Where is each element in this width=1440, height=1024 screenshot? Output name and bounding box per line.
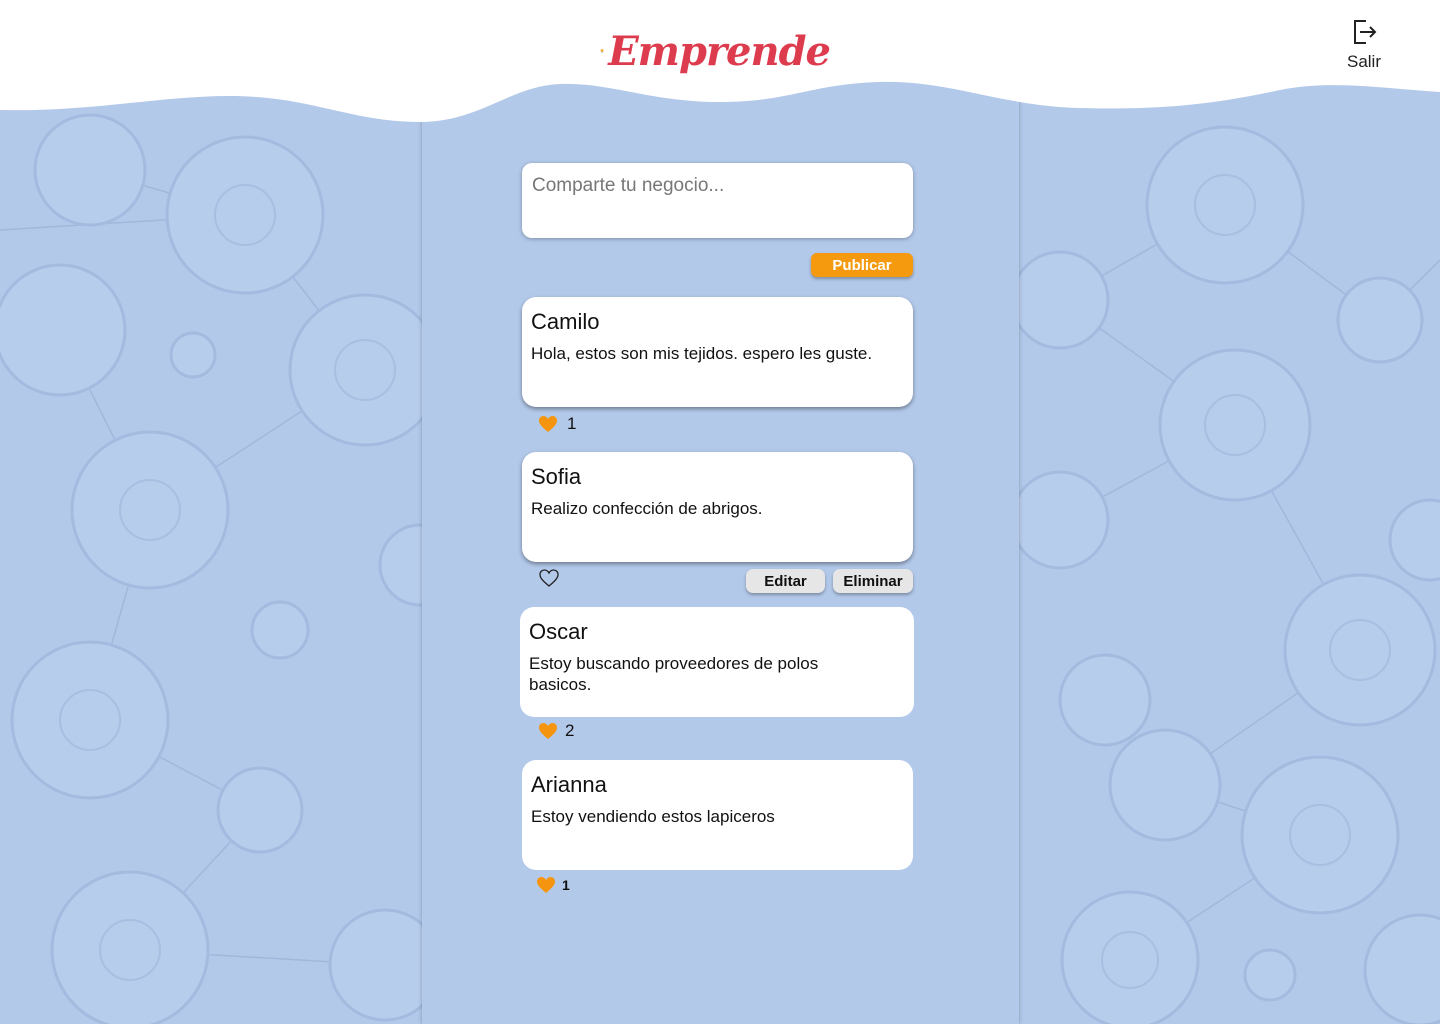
- post-text: Realizo confección de abrigos.: [531, 499, 763, 518]
- post-author: Arianna: [531, 772, 607, 797]
- like-group: 2: [538, 721, 574, 741]
- heart-outline-icon[interactable]: [539, 569, 559, 587]
- post-card: Camilo Hola, estos son mis tejidos. espe…: [522, 297, 913, 407]
- delete-button[interactable]: Eliminar: [833, 569, 913, 593]
- header: Emprende Salir: [0, 0, 1440, 130]
- post-text: Estoy buscando proveedores de polos basi…: [529, 654, 819, 694]
- lightbulb-heart-icon: [600, 48, 605, 54]
- post-author: Sofia: [531, 464, 582, 489]
- post-text: Hola, estos son mis tejidos. espero les …: [531, 344, 873, 363]
- brand-name: Emprende: [608, 27, 831, 75]
- like-count: 2: [565, 721, 575, 740]
- heart-filled-icon[interactable]: [538, 722, 558, 740]
- like-group: 1: [536, 876, 570, 894]
- heart-filled-icon[interactable]: [538, 415, 558, 433]
- logout-label: Salir: [1346, 52, 1381, 71]
- like-group: 1: [538, 414, 576, 434]
- like-count: 1: [562, 877, 570, 893]
- post-card: Arianna Estoy vendiendo estos lapiceros: [522, 760, 913, 870]
- logout-button[interactable]: Salir: [1336, 18, 1392, 76]
- post-input[interactable]: [522, 163, 913, 238]
- edit-button[interactable]: Editar: [746, 569, 825, 593]
- publish-button[interactable]: Publicar: [811, 253, 913, 277]
- heart-filled-icon[interactable]: [536, 876, 556, 894]
- logo: Emprende: [600, 22, 831, 80]
- post-card: Oscar Estoy buscando proveedores de polo…: [520, 607, 914, 717]
- post-author: Camilo: [531, 309, 600, 334]
- logout-icon: [1354, 20, 1377, 44]
- like-group: [539, 569, 568, 587]
- post-card: Sofia Realizo confección de abrigos.: [522, 452, 913, 562]
- post-author: Oscar: [529, 619, 588, 644]
- like-count: 1: [567, 414, 577, 433]
- post-text: Estoy vendiendo estos lapiceros: [531, 807, 775, 826]
